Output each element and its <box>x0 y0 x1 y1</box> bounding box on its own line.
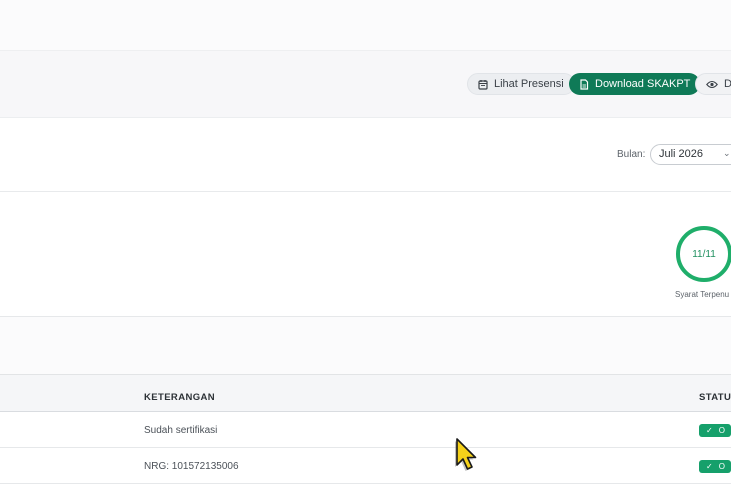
top-bar <box>0 0 731 51</box>
table-header: KETERANGAN STATU <box>0 375 731 412</box>
check-icon: ✓ <box>706 426 713 435</box>
view-attendance-button[interactable]: Lihat Presensi <box>467 73 575 95</box>
detail-button[interactable]: De <box>695 73 731 95</box>
check-icon: ✓ <box>706 462 713 471</box>
status-badge: ✓ O <box>699 424 731 437</box>
chevron-down-icon: ⌄ <box>723 148 731 158</box>
progress-caption: Syarat Terpenu <box>675 290 730 299</box>
calendar-icon <box>478 79 488 90</box>
month-select[interactable]: Juli 2026 ⌄ <box>650 144 731 165</box>
table-row: Sudah sertifikasi ✓ O <box>0 412 731 448</box>
section-divider <box>0 317 731 375</box>
status-badge-label: O <box>718 426 725 435</box>
view-attendance-label: Lihat Presensi <box>494 78 564 90</box>
download-skakpt-button[interactable]: Download SKAKPT <box>569 73 701 95</box>
progress-ratio: 11/11 <box>692 248 716 260</box>
keterangan-cell: NRG: 101572135006 <box>144 461 239 472</box>
column-header-keterangan: KETERANGAN <box>144 392 216 403</box>
column-header-status: STATU <box>699 392 731 403</box>
eye-icon <box>706 80 718 89</box>
status-badge-label: O <box>718 462 725 471</box>
download-skakpt-label: Download SKAKPT <box>595 78 691 90</box>
mouse-cursor-icon <box>452 436 480 479</box>
detail-label: De <box>724 78 731 90</box>
document-icon <box>579 78 589 90</box>
month-label: Bulan: <box>617 149 646 160</box>
status-badge: ✓ O <box>699 460 731 473</box>
keterangan-cell: Sudah sertifikasi <box>144 425 218 436</box>
table-row: NRG: 101572135006 ✓ O <box>0 448 731 484</box>
month-select-value: Juli 2026 <box>659 148 704 160</box>
requirements-progress-ring: 11/11 <box>675 225 731 283</box>
requirements-summary <box>0 192 731 317</box>
